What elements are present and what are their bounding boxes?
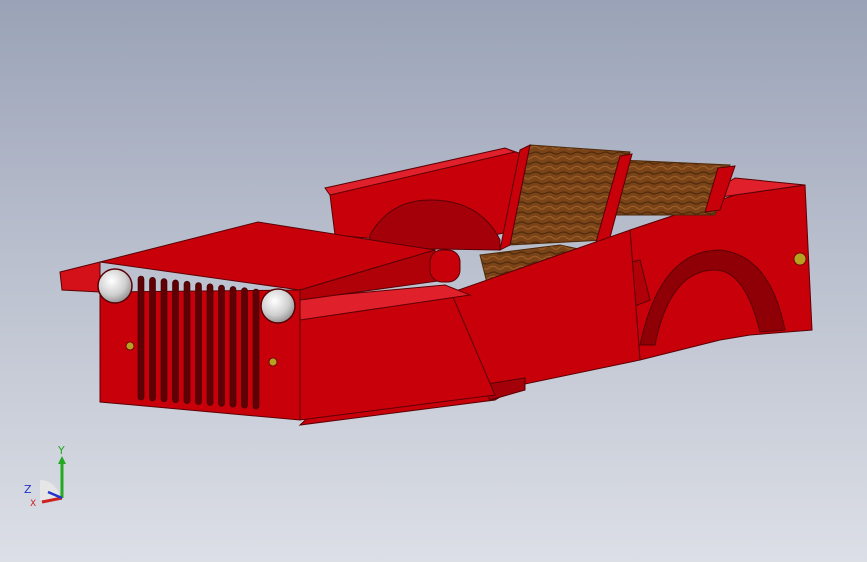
- grille-slot: [183, 280, 191, 404]
- grille-slot: [137, 275, 145, 401]
- triad-y-label: Y: [57, 444, 65, 457]
- right-headlight: [260, 288, 296, 324]
- grille-slot: [206, 283, 214, 406]
- graphics-viewport[interactable]: Y Z X: [0, 0, 867, 562]
- grille-slot: [218, 284, 225, 407]
- left-headlight: [97, 268, 133, 304]
- triad-y-arrow: [58, 456, 66, 464]
- triad-x-label: X: [30, 499, 36, 509]
- triad-z-label: Z: [24, 483, 32, 496]
- jeep-body-model[interactable]: [0, 0, 867, 562]
- left-indicator: [125, 341, 135, 351]
- right-indicator: [268, 357, 278, 367]
- orientation-triad[interactable]: Y Z X: [18, 440, 78, 510]
- grille-slot: [241, 287, 248, 409]
- windshield-hinge: [429, 249, 461, 283]
- left-fender-stub: [59, 261, 101, 293]
- grille-slot: [172, 279, 179, 403]
- grille-slot: [229, 286, 237, 408]
- rear-indicator: [793, 252, 807, 266]
- grille-slot: [252, 288, 260, 410]
- grille-slot: [149, 276, 156, 402]
- grille-slot: [160, 278, 168, 403]
- grille-slot: [195, 282, 202, 405]
